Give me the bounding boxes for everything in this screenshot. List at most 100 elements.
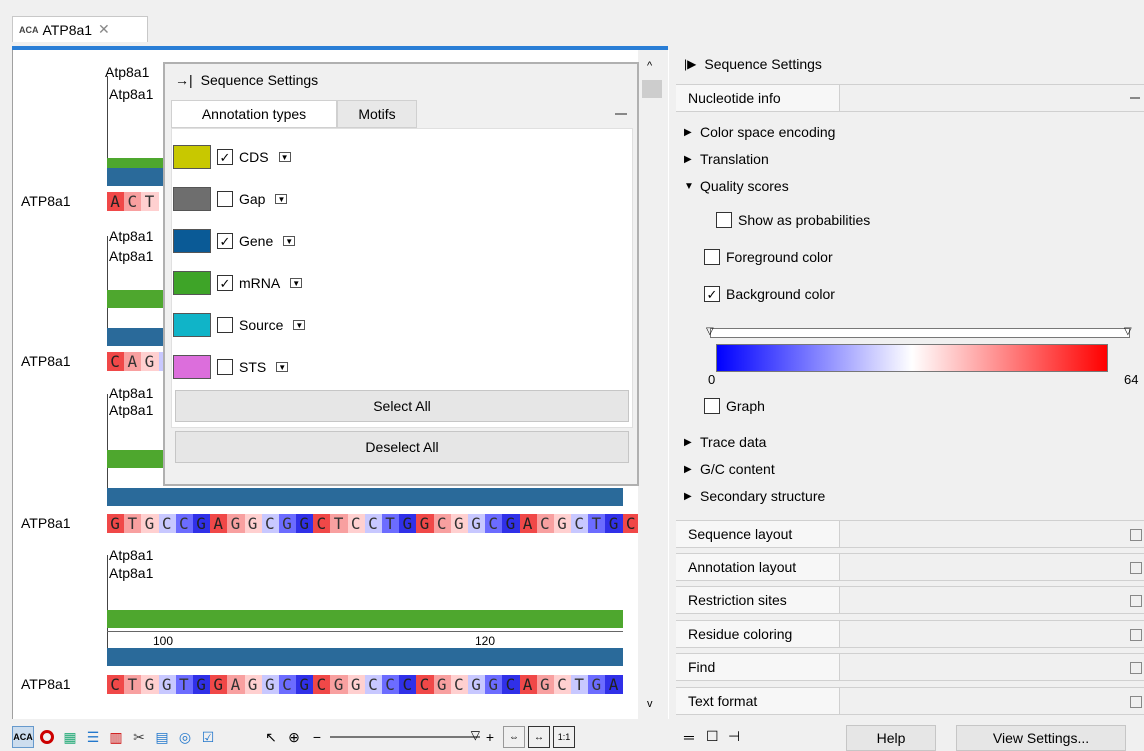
dock-icon[interactable]: ⊣ [728,728,740,745]
residue[interactable]: A [210,514,228,533]
residue[interactable]: G [107,514,125,533]
expand-icon[interactable] [1130,696,1142,708]
color-space-toggle[interactable]: ▶ Color space encoding [684,124,835,140]
mrna-annotation[interactable] [107,290,167,308]
residue-row[interactable]: CTGGTGGAGGCGCGGCCCCGCGGCAGCTGA [107,675,623,694]
table-view-icon[interactable]: ▦ [60,727,80,747]
residue[interactable]: G [141,352,159,371]
residue[interactable]: G [467,675,486,694]
residue[interactable]: G [158,675,176,694]
color-swatch[interactable] [173,145,211,169]
residue[interactable]: T [588,514,606,533]
color-swatch[interactable] [173,313,211,337]
annotation-type-checkbox[interactable]: ✓ [217,233,233,249]
dropdown-arrow-icon[interactable]: ▼ [283,236,296,246]
residue-row[interactable]: GTGCCGAGGCGGCTCCTGGCGGCGACGCTGCC [107,514,657,533]
tab-annotation-types[interactable]: Annotation types [171,100,337,128]
residue[interactable]: C [536,514,554,533]
mrna-annotation[interactable] [107,610,623,628]
residue[interactable]: T [571,675,589,694]
residue[interactable]: G [588,675,606,694]
help-button[interactable]: Help [846,725,936,751]
collapse-all-icon[interactable]: ═ [684,729,694,745]
residue[interactable]: C [416,675,434,694]
fit-page-icon[interactable]: ↔ [528,726,550,748]
close-icon[interactable]: ✕ [98,21,110,38]
graph-checkbox[interactable] [704,398,720,414]
annotation-type-checkbox[interactable]: ✓ [217,149,233,165]
text-view-icon[interactable]: ☰ [83,727,103,747]
tab-motifs[interactable]: Motifs [337,100,417,128]
gene-annotation[interactable] [107,168,167,186]
residue[interactable]: C [399,675,417,694]
residue[interactable]: G [278,514,297,533]
background-color-checkbox[interactable]: ✓ [704,286,720,302]
view-settings-button[interactable]: View Settings... [956,725,1126,751]
tab-atp8a1[interactable]: ACA ATP8a1 ✕ [12,16,148,42]
residue[interactable]: G [296,514,314,533]
residue[interactable]: G [210,675,228,694]
expand-all-icon[interactable]: ☐ [706,728,719,745]
residue[interactable]: G [192,675,211,694]
annotation-type-checkbox[interactable]: ✓ [217,275,233,291]
residue[interactable]: G [141,675,159,694]
color-swatch[interactable] [173,355,211,379]
gene-annotation[interactable] [107,328,167,346]
pin-icon[interactable]: →| [175,72,193,88]
restriction-icon[interactable]: ✂ [129,727,149,747]
expand-icon[interactable] [1130,629,1142,641]
gradient-min-handle[interactable]: ▽ [706,326,714,337]
scroll-thumb[interactable] [642,80,662,98]
show-probabilities-option[interactable]: Show as probabilities [716,212,870,228]
section-nucleotide-info[interactable]: Nucleotide info [676,84,1144,112]
residue[interactable]: C [364,675,382,694]
annotation-type-sts[interactable]: STS ▼ [173,354,289,380]
primer-icon[interactable]: ▤ [152,727,172,747]
residue[interactable]: C [107,675,125,694]
residue[interactable]: A [124,352,142,371]
residue[interactable]: A [519,675,537,694]
zoom-in-icon[interactable]: ⊕ [284,727,304,747]
section-text-format[interactable]: Text format [676,687,1144,715]
fit-width-icon[interactable]: ⇔ [503,726,525,748]
sequence-view-icon[interactable]: ACA [12,726,34,748]
residue[interactable]: C [175,514,193,533]
annotation-type-gene[interactable]: ✓ Gene ▼ [173,228,296,254]
residue[interactable]: G [261,675,279,694]
secondary-structure-toggle[interactable]: ▶ Secondary structure [684,488,825,504]
residue[interactable]: G [399,514,417,533]
residue[interactable]: A [519,514,537,533]
annotation-type-gap[interactable]: Gap ▼ [173,186,288,212]
residue[interactable]: C [124,192,142,211]
actual-size-icon[interactable]: 1:1 [553,726,575,748]
section-restriction-sites[interactable]: Restriction sites [676,586,1144,614]
check-icon[interactable]: ☑ [198,727,218,747]
residue[interactable]: A [107,192,125,211]
residue[interactable]: G [347,675,365,694]
expand-icon[interactable] [1130,662,1142,674]
scroll-up-icon[interactable]: ^ [647,60,652,72]
vertical-scrollbar[interactable]: ^ v [638,50,668,719]
dropdown-arrow-icon[interactable]: ▼ [290,278,303,288]
annotation-type-checkbox[interactable] [217,191,233,207]
graph-option[interactable]: Graph [704,398,765,414]
expand-arrow-icon[interactable]: |▶ [684,57,696,71]
gene-annotation[interactable] [107,648,623,666]
expand-icon[interactable] [1130,562,1142,574]
foreground-color-checkbox[interactable] [704,249,720,265]
dropdown-arrow-icon[interactable]: ▼ [293,320,306,330]
residue[interactable]: G [227,514,245,533]
section-annotation-layout[interactable]: Annotation layout [676,553,1144,581]
dropdown-arrow-icon[interactable]: ▼ [275,194,288,204]
annotation-type-checkbox[interactable] [217,317,233,333]
zoom-slider-handle[interactable]: ▽ [471,728,480,742]
residue[interactable]: C [485,514,503,533]
annotation-type-source[interactable]: Source ▼ [173,312,306,338]
annotation-type-cds[interactable]: ✓ CDS ▼ [173,144,291,170]
residue[interactable]: A [605,675,623,694]
scroll-down-icon[interactable]: v [647,698,653,710]
pointer-icon[interactable]: ↖ [261,727,281,747]
section-residue-coloring[interactable]: Residue coloring [676,620,1144,648]
residue[interactable]: G [502,514,520,533]
gradient-max-handle[interactable]: ▽ [1124,326,1132,337]
